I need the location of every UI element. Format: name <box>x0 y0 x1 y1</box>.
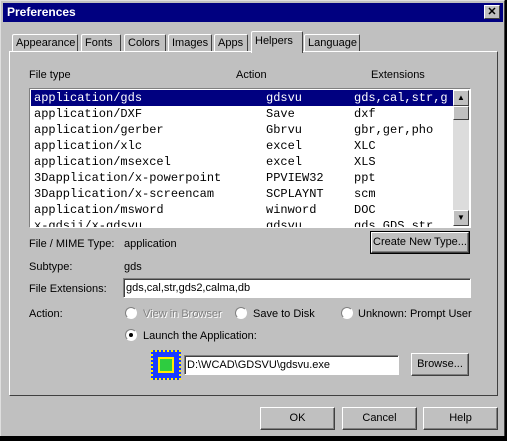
window-title: Preferences <box>7 5 76 19</box>
tab-appearance[interactable]: Appearance <box>12 34 78 52</box>
tab-label: Fonts <box>85 37 113 49</box>
row-action: Gbrvu <box>266 123 303 137</box>
row-ext: gds,GDS,str <box>354 219 434 227</box>
row-action: excel <box>266 155 303 169</box>
browse-button[interactable]: Browse... <box>411 353 469 376</box>
row-ext: scm <box>354 187 376 201</box>
launch-application-radio[interactable] <box>125 329 137 341</box>
action-label: Action: <box>29 308 63 320</box>
row-ext: gbr,ger,pho <box>354 123 434 137</box>
list-item[interactable]: application/msword winword DOC <box>31 202 453 218</box>
scroll-down-icon[interactable]: ▼ <box>453 210 469 226</box>
list-item[interactable]: x-gdsii/x-gdsvu gdsvu gds,GDS,str <box>31 218 453 227</box>
tab-language[interactable]: Language <box>304 34 360 52</box>
view-in-browser-radio[interactable] <box>125 307 137 319</box>
cancel-label: Cancel <box>362 412 397 424</box>
row-type: application/DXF <box>34 107 143 121</box>
tab-label: Apps <box>218 37 244 49</box>
save-to-disk-radio[interactable] <box>235 307 247 319</box>
header-extensions: Extensions <box>371 69 425 81</box>
create-new-type-button[interactable]: Create New Type... <box>370 231 470 254</box>
row-type: 3Dapplication/x-screencam <box>34 187 215 201</box>
row-type: x-gdsii/x-gdsvu <box>34 219 143 227</box>
row-action: gdsvu <box>266 91 303 105</box>
row-ext: ppt <box>354 171 376 185</box>
create-new-type-label: Create New Type... <box>373 236 467 248</box>
cancel-button[interactable]: Cancel <box>342 407 417 430</box>
preferences-dialog: Preferences ✕ Appearance Fonts Colors Im… <box>0 0 505 440</box>
row-type: application/xlc <box>34 139 143 153</box>
row-type: application/msexcel <box>34 155 171 169</box>
tab-label: Language <box>308 37 357 49</box>
row-action: gdsvu <box>266 219 303 227</box>
row-action: Save <box>266 107 295 121</box>
row-action: excel <box>266 139 303 153</box>
tab-helpers[interactable]: Helpers <box>251 31 303 53</box>
tab-images[interactable]: Images <box>168 34 212 52</box>
unknown-prompt-user-radio[interactable] <box>341 307 353 319</box>
file-extensions-input[interactable]: gds,cal,str,gds2,calma,db <box>123 278 471 298</box>
row-action: PPVIEW32 <box>266 171 324 185</box>
list-item[interactable]: application/msexcel excel XLS <box>31 154 453 170</box>
save-to-disk-label: Save to Disk <box>253 308 315 320</box>
row-ext: XLS <box>354 155 376 169</box>
list-item[interactable]: application/xlc excel XLC <box>31 138 453 154</box>
scroll-thumb[interactable] <box>453 106 469 120</box>
row-ext: DOC <box>354 203 376 217</box>
close-icon: ✕ <box>487 6 497 18</box>
tab-label: Helpers <box>255 35 293 47</box>
title-bar[interactable]: Preferences ✕ <box>3 3 503 22</box>
help-label: Help <box>449 412 472 424</box>
desktop-strip <box>0 436 507 441</box>
row-ext: XLC <box>354 139 376 153</box>
tab-label: Colors <box>128 37 160 49</box>
unknown-prompt-user-label: Unknown: Prompt User <box>358 308 472 320</box>
header-action: Action <box>236 69 267 81</box>
scroll-up-icon[interactable]: ▲ <box>453 90 469 106</box>
list-item[interactable]: application/gds gdsvu gds,cal,str,g <box>31 90 453 106</box>
mime-type-value: application <box>124 238 177 250</box>
tab-label: Appearance <box>16 37 76 49</box>
mime-type-label: File / MIME Type: <box>29 238 115 250</box>
tab-colors[interactable]: Colors <box>124 34 166 52</box>
row-ext: gds,cal,str,g <box>354 91 448 105</box>
application-icon <box>151 350 181 380</box>
view-in-browser-label: View in Browser <box>143 308 222 320</box>
row-type: 3Dapplication/x-powerpoint <box>34 171 222 185</box>
ok-label: OK <box>289 412 306 424</box>
application-path-value: D:\WCAD\GDSVU\gdsvu.exe <box>187 359 331 371</box>
help-button[interactable]: Help <box>423 407 498 430</box>
browse-label: Browse... <box>417 358 463 370</box>
tab-fonts[interactable]: Fonts <box>81 34 121 52</box>
row-ext: dxf <box>354 107 376 121</box>
ok-button[interactable]: OK <box>260 407 335 430</box>
row-type: application/gds <box>34 91 143 105</box>
subtype-label: Subtype: <box>29 261 73 273</box>
subtype-value: gds <box>124 261 142 273</box>
helpers-list[interactable]: application/gds gdsvu gds,cal,str,g appl… <box>29 88 471 228</box>
row-action: winword <box>266 203 317 217</box>
row-action: SCPLAYNT <box>266 187 324 201</box>
launch-application-label: Launch the Application: <box>143 330 257 342</box>
tab-apps[interactable]: Apps <box>214 34 248 52</box>
list-item[interactable]: 3Dapplication/x-powerpoint PPVIEW32 ppt <box>31 170 453 186</box>
list-scrollbar[interactable]: ▲ ▼ <box>453 90 469 226</box>
list-item[interactable]: 3Dapplication/x-screencam SCPLAYNT scm <box>31 186 453 202</box>
application-path-input[interactable]: D:\WCAD\GDSVU\gdsvu.exe <box>184 355 399 375</box>
tab-label: Images <box>172 37 209 49</box>
file-extensions-value: gds,cal,str,gds2,calma,db <box>126 282 251 294</box>
file-extensions-label: File Extensions: <box>29 283 107 295</box>
header-file-type: File type <box>29 69 71 81</box>
row-type: application/msword <box>34 203 164 217</box>
close-button[interactable]: ✕ <box>484 5 500 19</box>
list-item[interactable]: application/DXF Save dxf <box>31 106 453 122</box>
row-type: application/gerber <box>34 123 164 137</box>
list-item[interactable]: application/gerber Gbrvu gbr,ger,pho <box>31 122 453 138</box>
